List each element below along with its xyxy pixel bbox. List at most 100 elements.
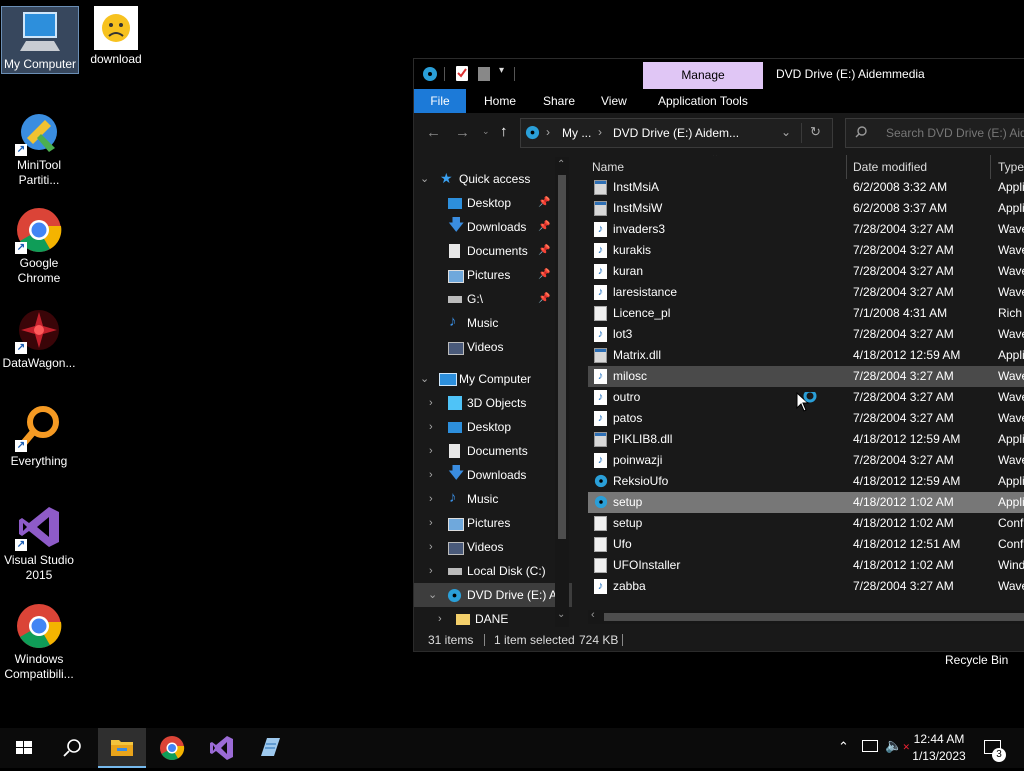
nav-scrollbar[interactable]: ⌃ ⌄ bbox=[555, 157, 569, 627]
tab-application-tools[interactable]: Application Tools bbox=[648, 89, 758, 113]
nav-item-pc-downloads[interactable]: › 🡇 Downloads bbox=[414, 463, 572, 487]
nav-item-pictures[interactable]: Pictures 📌 bbox=[414, 263, 572, 287]
chevron-down-icon[interactable]: ⌄ bbox=[420, 167, 429, 191]
chevron-right-icon[interactable]: › bbox=[429, 415, 433, 439]
address-dropdown-icon[interactable]: ⌄ bbox=[781, 125, 791, 139]
network-icon[interactable] bbox=[862, 740, 878, 752]
nav-item-documents[interactable]: Documents 📌 bbox=[414, 239, 572, 263]
properties-icon[interactable] bbox=[456, 66, 468, 81]
desktop-icon-my-computer[interactable]: My Computer bbox=[1, 6, 79, 74]
tab-view[interactable]: View bbox=[591, 89, 637, 113]
pin-icon[interactable]: 📌 bbox=[538, 191, 550, 215]
column-header-date[interactable]: Date modified bbox=[853, 155, 927, 179]
nav-item-pc-videos[interactable]: › Videos bbox=[414, 535, 572, 559]
chevron-up-icon[interactable]: ⌃ bbox=[838, 739, 849, 755]
file-row[interactable]: ♪ kuran 7/28/2004 3:27 AM Wave bbox=[588, 261, 1024, 282]
address-bar[interactable]: › My ... › DVD Drive (E:) Aidem... ⌄ ↻ bbox=[520, 118, 833, 148]
recycle-bin-label[interactable]: Recycle Bin bbox=[945, 653, 1008, 667]
taskbar-visual-studio[interactable] bbox=[197, 728, 245, 768]
taskbar-chrome[interactable] bbox=[148, 728, 196, 768]
customize-toolbar-icon[interactable]: ▾ bbox=[499, 65, 504, 76]
nav-item-g-drive[interactable]: G:\ 📌 bbox=[414, 287, 572, 311]
taskbar-file-explorer[interactable] bbox=[98, 728, 146, 768]
desktop-icon-download[interactable]: download bbox=[78, 6, 154, 67]
clock-date[interactable]: 1/13/2023 bbox=[910, 749, 968, 763]
new-folder-icon[interactable] bbox=[478, 67, 490, 81]
breadcrumb-my-computer[interactable]: My ... bbox=[562, 126, 591, 140]
pin-icon[interactable]: 📌 bbox=[538, 263, 550, 287]
search-button[interactable] bbox=[48, 728, 96, 768]
tab-share[interactable]: Share bbox=[533, 89, 585, 113]
file-row[interactable]: Ufo 4/18/2012 12:51 AM Confi bbox=[588, 534, 1024, 555]
file-row[interactable]: Licence_pl 7/1/2008 4:31 AM Rich T bbox=[588, 303, 1024, 324]
pin-icon[interactable]: 📌 bbox=[538, 239, 550, 263]
chevron-right-icon[interactable]: › bbox=[429, 439, 433, 463]
file-row[interactable]: InstMsiW 6/2/2008 3:37 AM Appli bbox=[588, 198, 1024, 219]
file-row[interactable]: ♪ kurakis 7/28/2004 3:27 AM Wave bbox=[588, 240, 1024, 261]
pin-icon[interactable]: 📌 bbox=[538, 287, 550, 311]
file-row[interactable]: ♪ laresistance 7/28/2004 3:27 AM Wave bbox=[588, 282, 1024, 303]
desktop-icon-everything[interactable]: ↗ Everything bbox=[1, 404, 77, 469]
nav-item-desktop[interactable]: Desktop 📌 bbox=[414, 191, 572, 215]
file-row[interactable]: ReksioUfo 4/18/2012 12:59 AM Appli bbox=[588, 471, 1024, 492]
file-row[interactable]: INSTALL 7/2/2008 2:10 AM Confi bbox=[588, 156, 1024, 177]
desktop-icon-visual-studio[interactable]: ↗ Visual Studio 2015 bbox=[1, 503, 77, 583]
nav-item-downloads[interactable]: 🡇 Downloads 📌 bbox=[414, 215, 572, 239]
file-row[interactable]: setup 4/18/2012 1:02 AM Appli bbox=[588, 492, 1024, 513]
file-row[interactable]: ♪ poinwazji 7/28/2004 3:27 AM Wave bbox=[588, 450, 1024, 471]
chevron-right-icon[interactable]: › bbox=[429, 487, 433, 511]
nav-item-pc-desktop[interactable]: › Desktop bbox=[414, 415, 572, 439]
nav-item-pc-documents[interactable]: › Documents bbox=[414, 439, 572, 463]
tab-file[interactable]: File bbox=[414, 89, 466, 113]
chevron-right-icon[interactable]: › bbox=[438, 607, 442, 627]
chevron-right-icon[interactable]: › bbox=[429, 391, 433, 415]
nav-item-local-disk[interactable]: › Local Disk (C:) bbox=[414, 559, 572, 583]
chevron-right-icon[interactable]: › bbox=[429, 463, 433, 487]
scroll-down-icon[interactable]: ⌄ bbox=[557, 609, 565, 620]
clock-time[interactable]: 12:44 AM bbox=[913, 732, 965, 746]
tab-home[interactable]: Home bbox=[474, 89, 526, 113]
file-row[interactable]: PIKLIB8.dll 4/18/2012 12:59 AM Appli bbox=[588, 429, 1024, 450]
file-row[interactable]: UFOInstaller 4/18/2012 1:02 AM Wind bbox=[588, 555, 1024, 576]
file-row[interactable]: ♪ milosc 7/28/2004 3:27 AM Wave bbox=[588, 366, 1024, 387]
desktop-icon-datawagon[interactable]: ↗ DataWagon... bbox=[1, 306, 77, 371]
volume-muted-icon[interactable]: 🔈✕ bbox=[885, 737, 910, 754]
nav-item-pc-music[interactable]: › ♪ Music bbox=[414, 487, 572, 511]
nav-my-computer[interactable]: ⌄ My Computer bbox=[414, 367, 572, 391]
file-row[interactable]: ♪ zabba 7/28/2004 3:27 AM Wave bbox=[588, 576, 1024, 597]
scrollbar-thumb[interactable] bbox=[558, 175, 566, 539]
file-row[interactable]: setup 4/18/2012 1:02 AM Confi bbox=[588, 513, 1024, 534]
scrollbar-thumb[interactable] bbox=[604, 613, 1024, 621]
taskbar-notepad[interactable] bbox=[246, 728, 294, 768]
nav-quick-access[interactable]: ⌄ ★ Quick access bbox=[414, 167, 572, 191]
file-row[interactable]: ♪ invaders3 7/28/2004 3:27 AM Wave bbox=[588, 219, 1024, 240]
back-arrow-icon[interactable]: ← bbox=[426, 124, 441, 141]
search-box[interactable]: Search DVD Drive (E:) Aide bbox=[845, 118, 1024, 148]
nav-item-pc-pictures[interactable]: › Pictures bbox=[414, 511, 572, 535]
desktop-icon-windows-compat[interactable]: Windows Compatibili... bbox=[1, 602, 77, 682]
chevron-down-icon[interactable]: ⌄ bbox=[420, 367, 429, 391]
desktop-icon-minitool[interactable]: ↗ MiniTool Partiti... bbox=[1, 108, 77, 188]
scroll-left-icon[interactable]: ‹ bbox=[591, 609, 595, 621]
nav-item-music[interactable]: ♪ Music bbox=[414, 311, 572, 335]
manage-contextual-tab[interactable]: Manage bbox=[643, 62, 763, 89]
recent-locations-icon[interactable]: ⌄ bbox=[482, 126, 490, 137]
chevron-down-icon[interactable]: ⌄ bbox=[428, 583, 437, 607]
refresh-icon[interactable]: ↻ bbox=[810, 124, 821, 140]
chevron-right-icon[interactable]: › bbox=[429, 511, 433, 535]
breadcrumb-dvd-drive[interactable]: DVD Drive (E:) Aidem... bbox=[613, 126, 739, 140]
nav-item-dvd-drive[interactable]: ⌄ DVD Drive (E:) Ai bbox=[414, 583, 572, 607]
file-row[interactable]: InstMsiA 6/2/2008 3:32 AM Appli bbox=[588, 179, 1024, 198]
forward-arrow-icon[interactable]: → bbox=[455, 124, 470, 141]
file-row[interactable]: ♪ lot3 7/28/2004 3:27 AM Wave bbox=[588, 324, 1024, 345]
column-header-type[interactable]: Type bbox=[998, 155, 1024, 179]
desktop-icon-google-chrome[interactable]: ↗ Google Chrome bbox=[1, 206, 77, 286]
nav-item-3d-objects[interactable]: › 3D Objects bbox=[414, 391, 572, 415]
file-row[interactable]: Matrix.dll 4/18/2012 12:59 AM Appli bbox=[588, 345, 1024, 366]
nav-item-dane[interactable]: › DANE bbox=[414, 607, 572, 627]
start-button[interactable] bbox=[0, 728, 48, 768]
nav-item-videos[interactable]: Videos bbox=[414, 335, 572, 359]
column-header-name[interactable]: Name bbox=[592, 155, 624, 179]
up-arrow-icon[interactable]: ↑ bbox=[500, 123, 508, 140]
chevron-right-icon[interactable]: › bbox=[429, 559, 433, 583]
